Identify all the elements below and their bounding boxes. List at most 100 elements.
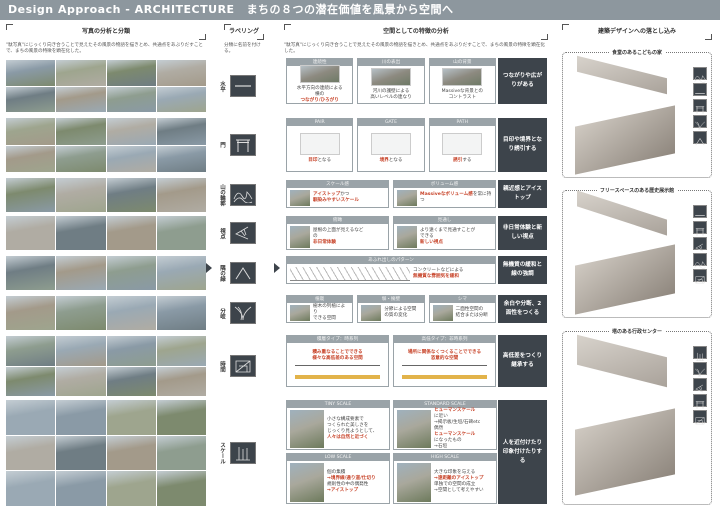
card-body: 水平方向の連続による 横の つながり/ひろがり <box>287 65 352 103</box>
section-diagram <box>401 365 488 379</box>
photo-grid <box>6 118 206 172</box>
feature-card: シマ 二面性空間の 結合または分断 <box>428 295 496 323</box>
street-photo <box>56 400 106 435</box>
emphasis-text: つながり/ひろがり <box>300 98 339 103</box>
emphasis-text: →境界線/通り道/仕切り <box>327 476 376 481</box>
emphasis-text: 境界 <box>379 158 389 163</box>
emphasis-text: →遠距離のアイストップ <box>434 476 484 481</box>
street-photo <box>56 336 106 366</box>
title-en: Design Approach - ARCHITECTURE <box>8 3 235 16</box>
section-diagram <box>294 365 381 379</box>
emphasis-text: アイストップ <box>313 191 341 197</box>
street-photo <box>56 471 106 506</box>
caption-text: 高いレベルの連なり <box>370 95 412 100</box>
gate-icon <box>230 134 256 156</box>
building-panel: 塔のある行政センター <box>562 328 712 505</box>
horizontal-line-icon <box>693 205 707 218</box>
card-text: より遠くまで見通すことが できる 新しい視点 <box>420 228 475 246</box>
summary-box: 目印や境界となり誘引する <box>498 118 547 172</box>
label-7: 時間 <box>218 355 270 377</box>
building-panel: フリースペースのある歴史展示館 <box>562 188 712 318</box>
feature-card: ボリューム感 Massiveなボリューム感を常に持つ <box>393 180 496 208</box>
summary-text: つながりや広がりがある <box>502 73 543 88</box>
summary-box: つながりや広がりがある <box>498 58 547 104</box>
caption-text: →掲示板/生垣/石碑etc <box>434 419 481 425</box>
street-photo <box>56 296 106 330</box>
gate-icon <box>693 99 707 114</box>
caption-text: の質の変化 <box>384 312 408 318</box>
card-body: 境界となる <box>358 126 423 171</box>
card-body: コンクリートなどによる 無機質な雰囲気を緩和 <box>287 264 495 283</box>
caption-text: 横の <box>315 92 325 97</box>
card-title: PATH <box>429 119 495 126</box>
branch-icon <box>693 115 707 130</box>
caption-text: 規則性の中の偶発性 <box>327 482 369 487</box>
caption-text: できる空間 <box>313 315 336 321</box>
card-text: コンクリートなどによる 無機質な雰囲気を緩和 <box>413 268 463 280</box>
summary-box: 高低差をつくり継承する <box>498 335 547 387</box>
card-body: アイストップかつ 馴染みやすいスケール <box>287 188 388 207</box>
card-body: 分節による空間 の質の変化 <box>358 303 423 322</box>
card-image <box>290 462 324 502</box>
card-text: ヒューマンスケール に近い →掲示板/生垣/石碑etc 偶然 ヒューマンスケール になった… <box>434 408 480 450</box>
card-title: 山の背景 <box>429 59 495 66</box>
arrow-icon <box>206 263 212 273</box>
caption-text: コンクリートなどによる <box>413 267 464 273</box>
card-text: 分節による空間 の質の変化 <box>384 307 416 319</box>
building-name: フリースペースのある歴史展示館 <box>596 188 678 194</box>
feature-card: 見通しより遠くまで見通すことが できる 新しい視点 <box>393 216 496 250</box>
feature-card: 高低タイプ：非時系列 場所に関係なくつくることでできる 恣意的な空間 <box>393 335 496 387</box>
card-image <box>442 133 483 155</box>
card-body: Massiveなボリューム感を常に持つ <box>394 188 495 207</box>
emphasis-text: ヒューマンスケール <box>434 407 476 413</box>
time-icon <box>693 269 707 284</box>
building-title: 塔のある行政センター <box>563 328 711 335</box>
label-4: 視点 <box>218 222 270 244</box>
summary-text: 親近感とアイストップ <box>503 186 542 201</box>
building-model <box>575 105 675 175</box>
street-photo <box>156 471 206 506</box>
caption-text: の <box>313 233 318 239</box>
building-name: 食堂のあるこどもの家 <box>608 50 665 56</box>
card-image <box>432 304 453 321</box>
street-photo <box>56 256 106 290</box>
emphasis-text: 恣意的な空間 <box>430 356 459 361</box>
street-photo <box>6 366 56 396</box>
card-image <box>290 225 310 248</box>
card-image <box>290 304 310 321</box>
card-title: あふれ出しのパターン <box>287 257 495 264</box>
col2-heading: ラベリング <box>224 24 264 40</box>
street-photo <box>6 60 56 86</box>
card-body: 屋根の上面が見えるなどの非日常体験 <box>287 224 388 249</box>
card-text: 二面性空間の 結合または分断 <box>456 307 488 319</box>
card-body: より遠くまで見通すことが できる 新しい視点 <box>394 224 495 249</box>
street-photo <box>156 216 206 250</box>
street-photo <box>6 145 56 172</box>
card-image <box>397 225 417 248</box>
card-text: 小さな構成要素で つくられた美しさを じっくり見ようとして、 人々は自然と近づく <box>327 417 377 441</box>
col3-heading: 空間としての特徴の分析 <box>284 24 548 40</box>
card-title: HIGH SCALE <box>394 454 496 461</box>
card-body: 目印となる <box>287 126 352 171</box>
caption-text: 単独での空間の成立 <box>434 482 476 487</box>
feature-card: 連続性 水平方向の連続による 横の つながり/ひろがり <box>286 58 354 104</box>
card-body: ヒューマンスケール に近い →掲示板/生垣/石碑etc 偶然 ヒューマンスケール になった… <box>394 408 496 449</box>
street-photo <box>106 118 156 145</box>
card-title: 見通し <box>394 217 495 224</box>
emphasis-text: 様々な高低差のある空間 <box>312 356 363 361</box>
label-text: 視点 <box>219 227 225 239</box>
col1-desc: "駄写真"にじっくり向き合うことで見えたその風景の物語を描きとめ、共通点をあぶり… <box>6 43 204 54</box>
label-2: 門 <box>218 134 270 156</box>
card-title: TINY SCALE <box>287 401 389 408</box>
summary-text: 目印や境界となり誘引する <box>503 137 542 152</box>
card-text: 河川の護壁による 高いレベルの連なり <box>370 89 411 101</box>
street-photo <box>106 178 156 212</box>
caption-text: 偶然 <box>434 425 444 431</box>
caption-text: 大きな印象を与える <box>434 470 476 475</box>
street-photo <box>106 296 156 330</box>
mountain-outline-icon <box>693 253 707 269</box>
street-photo <box>106 216 156 250</box>
col2-desc: 分類に名前を付ける。 <box>224 43 261 54</box>
street-photo <box>6 86 56 112</box>
card-body: 河川の護壁による 高いレベルの連なり <box>358 66 423 103</box>
